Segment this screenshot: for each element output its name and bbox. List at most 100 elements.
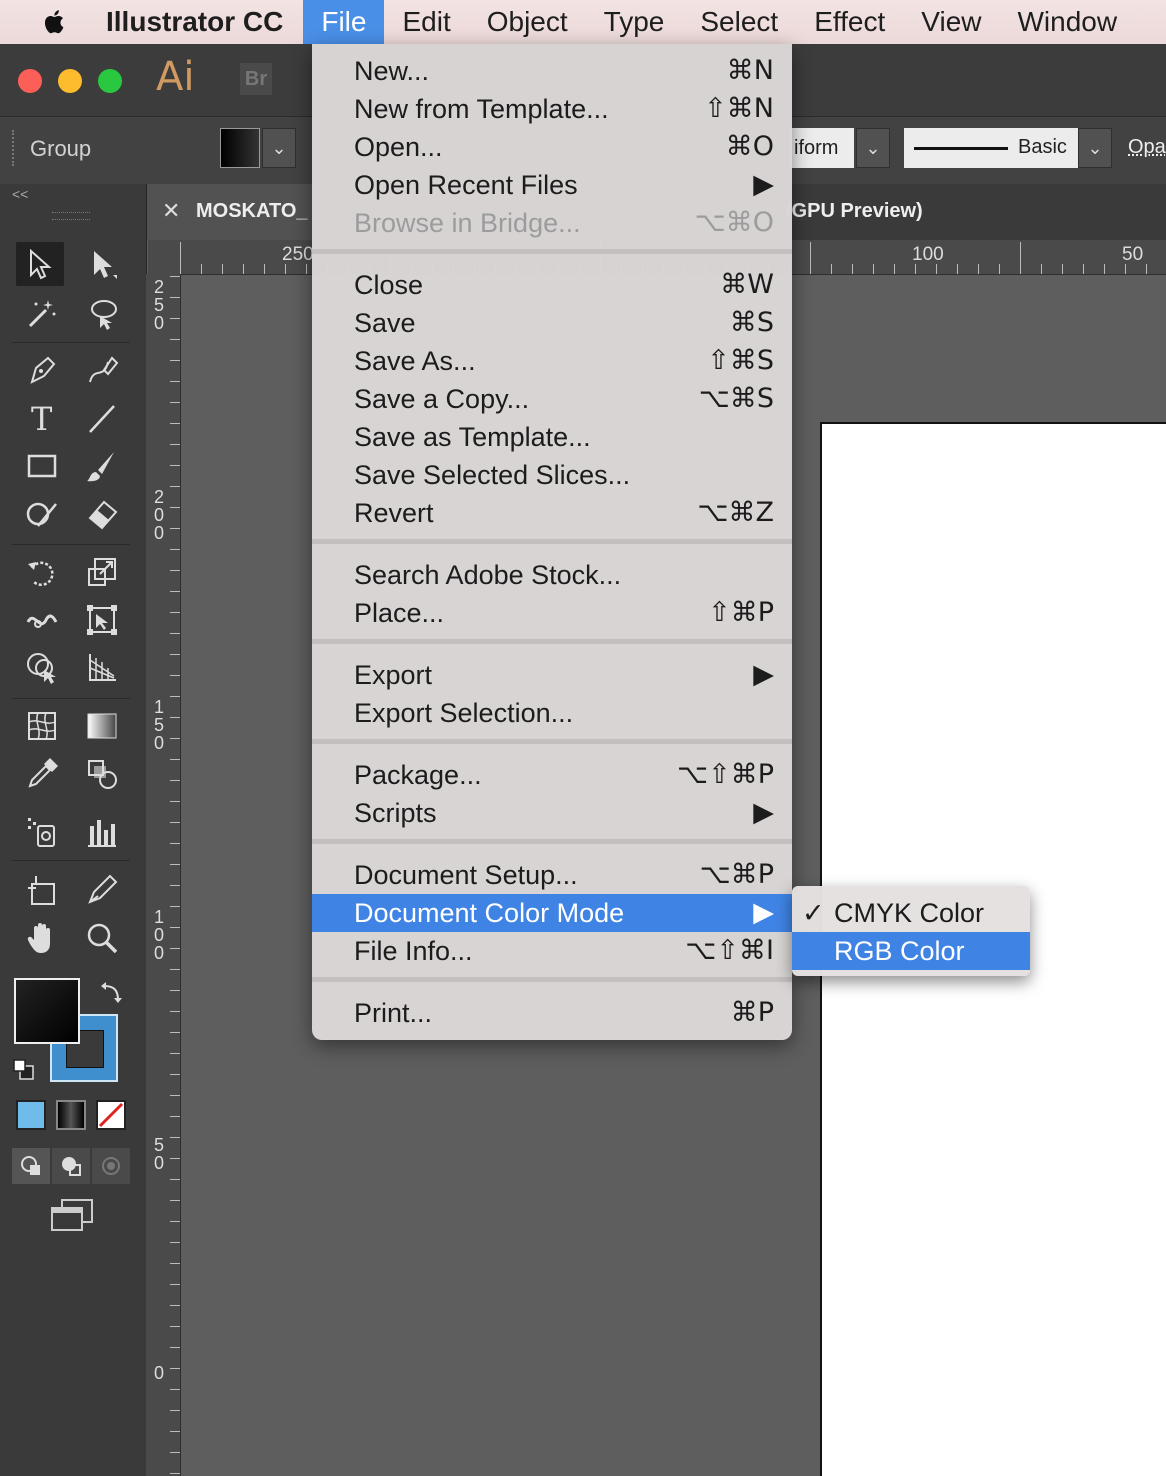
symbol-sprayer-tool-icon[interactable]: [18, 810, 66, 854]
menu-object[interactable]: Object: [469, 0, 586, 44]
swap-fill-stroke-icon[interactable]: [100, 978, 126, 1004]
default-fill-stroke-icon[interactable]: [12, 1058, 36, 1082]
document-tab[interactable]: ✕ MOSKATO_: [146, 184, 314, 240]
gradient-mode-button[interactable]: [56, 1100, 86, 1130]
fill-dropdown-button[interactable]: ⌄: [262, 128, 296, 168]
width-tool-icon[interactable]: [18, 598, 66, 642]
menu-item-scripts[interactable]: Scripts ▶: [312, 794, 792, 832]
vertical-ruler[interactable]: [146, 274, 181, 1476]
shape-builder-tool-icon[interactable]: [18, 646, 66, 690]
perspective-grid-tool-icon[interactable]: [78, 646, 126, 690]
menu-separator: [312, 977, 792, 982]
ruler-label: 100: [912, 244, 944, 265]
menu-item-new-from-template[interactable]: New from Template... ⇧⌘N: [312, 90, 792, 128]
paintbrush-tool-icon[interactable]: [78, 444, 126, 488]
menu-item-file-info[interactable]: File Info... ⌥⇧⌘I: [312, 932, 792, 970]
menu-item-save[interactable]: Save ⌘S: [312, 304, 792, 342]
minimize-window-button[interactable]: [58, 69, 82, 93]
control-bar-grip[interactable]: [12, 130, 18, 166]
eraser-tool-icon[interactable]: [78, 492, 126, 536]
line-segment-tool-icon[interactable]: [78, 396, 126, 440]
rgb-color-menu-item[interactable]: RGB Color: [792, 932, 1030, 970]
rectangle-tool-icon[interactable]: [18, 444, 66, 488]
rotate-tool-icon[interactable]: [18, 550, 66, 594]
menu-item-label: Open Recent Files: [354, 170, 578, 200]
menu-item-open[interactable]: Open... ⌘O: [312, 128, 792, 166]
cmyk-color-menu-item[interactable]: ✓ CMYK Color: [792, 894, 1030, 932]
menu-item-print[interactable]: Print... ⌘P: [312, 994, 792, 1032]
magic-wand-tool-icon[interactable]: [18, 292, 66, 336]
menu-select[interactable]: Select: [682, 0, 796, 44]
zoom-tool-icon[interactable]: [78, 916, 126, 960]
draw-normal-icon[interactable]: [12, 1148, 50, 1184]
selection-tool-icon[interactable]: [16, 242, 64, 286]
fill-color-swatch-large[interactable]: [14, 978, 80, 1044]
ruler-label: 100: [153, 907, 164, 963]
scale-tool-icon[interactable]: [78, 550, 126, 594]
app-name-menu[interactable]: Illustrator CC: [106, 6, 283, 38]
menu-file[interactable]: File: [303, 0, 385, 44]
apple-icon[interactable]: [40, 7, 70, 37]
menu-item-package[interactable]: Package... ⌥⇧⌘P: [312, 756, 792, 794]
menu-item-save-as[interactable]: Save As... ⇧⌘S: [312, 342, 792, 380]
width-profile-dropdown-button[interactable]: ⌄: [856, 128, 890, 168]
ruler-tick: [180, 242, 181, 274]
tools-panel-grip[interactable]: [52, 212, 90, 220]
direct-selection-tool-icon[interactable]: [78, 242, 126, 286]
brush-definition-field[interactable]: Basic: [904, 128, 1078, 168]
menu-type[interactable]: Type: [586, 0, 683, 44]
menu-item-search-adobe-stock[interactable]: Search Adobe Stock...: [312, 556, 792, 594]
menu-effect[interactable]: Effect: [796, 0, 903, 44]
column-graph-tool-icon[interactable]: [78, 810, 126, 854]
menu-item-open-recent-files[interactable]: Open Recent Files ▶: [312, 166, 792, 204]
mesh-tool-icon[interactable]: [18, 704, 66, 748]
close-window-button[interactable]: [18, 69, 42, 93]
menu-edit[interactable]: Edit: [384, 0, 468, 44]
menu-item-label: Package...: [354, 760, 482, 790]
menu-item-save-selected-slices[interactable]: Save Selected Slices...: [312, 456, 792, 494]
menu-item-label: Export Selection...: [354, 698, 574, 728]
ruler-tick: [170, 1284, 180, 1285]
menu-item-document-color-mode[interactable]: Document Color Mode ▶: [312, 894, 792, 932]
artboard-tool-icon[interactable]: [18, 868, 66, 912]
menu-window[interactable]: Window: [999, 0, 1135, 44]
type-tool-icon[interactable]: T: [18, 396, 66, 440]
menu-item-place[interactable]: Place... ⇧⌘P: [312, 594, 792, 632]
none-mode-button[interactable]: [96, 1100, 126, 1130]
menu-item-close[interactable]: Close ⌘W: [312, 266, 792, 304]
slice-tool-icon[interactable]: [78, 868, 126, 912]
brush-definition-label: Basic: [1018, 136, 1067, 158]
ruler-tick: [170, 297, 180, 298]
menu-view[interactable]: View: [903, 0, 999, 44]
variable-width-profile-field[interactable]: iform: [790, 128, 854, 168]
draw-inside-icon[interactable]: [92, 1148, 130, 1184]
menu-item-document-setup[interactable]: Document Setup... ⌥⌘P: [312, 856, 792, 894]
menu-item-save-as-template[interactable]: Save as Template...: [312, 418, 792, 456]
change-screen-mode-icon[interactable]: [48, 1198, 96, 1234]
brush-dropdown-button[interactable]: ⌄: [1078, 128, 1112, 168]
menu-item-new[interactable]: New... ⌘N: [312, 52, 792, 90]
bridge-button[interactable]: Br: [240, 63, 272, 95]
curvature-tool-icon[interactable]: [78, 348, 126, 392]
free-transform-tool-icon[interactable]: [78, 598, 126, 642]
menu-item-export-selection[interactable]: Export Selection...: [312, 694, 792, 732]
eyedropper-tool-icon[interactable]: [18, 752, 66, 796]
pen-tool-icon[interactable]: [18, 348, 66, 392]
fill-color-swatch[interactable]: [220, 128, 260, 168]
maximize-window-button[interactable]: [98, 69, 122, 93]
shaper-tool-icon[interactable]: [18, 492, 66, 536]
menu-item-export[interactable]: Export ▶: [312, 656, 792, 694]
close-tab-icon[interactable]: ✕: [162, 198, 180, 224]
lasso-tool-icon[interactable]: [80, 292, 128, 336]
menu-item-shortcut: ⌘P: [730, 997, 774, 1028]
collapse-panel-icon[interactable]: <<: [12, 186, 28, 202]
selection-type-label: Group: [30, 136, 92, 161]
menu-item-revert[interactable]: Revert ⌥⌘Z: [312, 494, 792, 532]
gradient-tool-icon[interactable]: [78, 704, 126, 748]
menu-item-save-a-copy[interactable]: Save a Copy... ⌥⌘S: [312, 380, 792, 418]
blend-tool-icon[interactable]: [78, 752, 126, 796]
opacity-link[interactable]: Opa: [1128, 136, 1166, 159]
hand-tool-icon[interactable]: [18, 916, 66, 960]
draw-behind-icon[interactable]: [52, 1148, 90, 1184]
color-mode-button[interactable]: [16, 1100, 46, 1130]
